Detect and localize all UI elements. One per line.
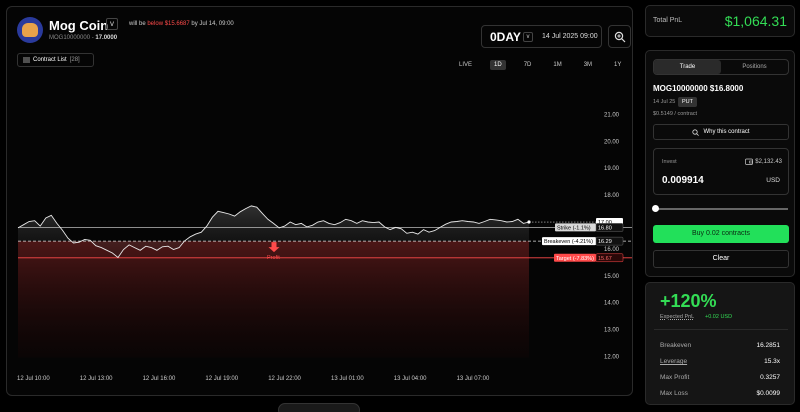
breakeven-value: 16.29 — [598, 239, 612, 245]
tab-positions[interactable]: Positions — [721, 60, 788, 74]
y-tick-label: 15.00 — [604, 274, 620, 280]
why-this-contract-button[interactable]: Why this contract — [653, 124, 789, 140]
buy-button[interactable]: Buy 0.02 contracts — [653, 225, 789, 243]
total-pnl-card: Total PnL $1,064.31 — [645, 5, 795, 37]
wallet-icon — [745, 158, 754, 165]
search-icon — [692, 128, 700, 136]
total-pnl-value: $1,064.31 — [724, 13, 787, 29]
y-tick-label: 13.00 — [604, 328, 620, 334]
y-tick-label: 12.00 — [604, 355, 620, 361]
invest-amount-input[interactable]: 0.009914 — [662, 175, 704, 186]
x-tick-label: 13 Jul 04:00 — [394, 376, 427, 382]
stat-label: Max Loss — [660, 390, 688, 397]
y-tick-label: 16.00 — [604, 247, 620, 253]
stat-label: Leverage — [660, 358, 688, 365]
expected-pnl-label: Expected PnL — [660, 314, 695, 320]
expected-pnl-card: +120% Expected PnL +0.02 USD Breakeven 1… — [645, 282, 795, 405]
strike-label: Strike (-1.1%) — [557, 225, 591, 231]
x-tick-label: 12 Jul 16:00 — [143, 376, 176, 382]
expected-return-percent: +120% — [660, 291, 717, 311]
bottom-pill-button[interactable] — [278, 403, 360, 412]
x-tick-label: 12 Jul 22:00 — [268, 376, 301, 382]
y-tick-label: 19.00 — [604, 166, 620, 172]
stat-value: 0.3257 — [760, 374, 780, 381]
contract-title: MOG10000000 $16.8000 — [653, 84, 744, 93]
target-label: Target (-7.83%) — [556, 256, 594, 262]
total-pnl-label: Total PnL — [653, 17, 683, 24]
wallet-balance: $2,132.43 — [745, 158, 782, 165]
stat-value: 15.3x — [764, 358, 780, 365]
y-tick-label: 14.00 — [604, 301, 620, 307]
stat-row-leverage: Leverage 15.3x — [660, 358, 780, 365]
why-label: Why this contract — [703, 129, 750, 135]
x-tick-label: 13 Jul 07:00 — [457, 376, 490, 382]
chart-panel: Mog Coin v MOG10000000 - 17.0000 will be… — [6, 6, 633, 396]
invest-input-group[interactable]: Invest $2,132.43 0.009914 USD — [653, 148, 789, 195]
strike-value: 16.80 — [598, 225, 612, 231]
y-tick-label: 21.00 — [604, 112, 620, 118]
stat-row-max-profit: Max Profit 0.3257 — [660, 374, 780, 381]
x-tick-label: 13 Jul 01:00 — [331, 376, 364, 382]
trade-card: Trade Positions MOG10000000 $16.8000 14 … — [645, 50, 795, 277]
stat-value: $0.0099 — [756, 390, 781, 397]
invest-label: Invest — [662, 159, 677, 165]
invest-slider-track[interactable] — [655, 208, 788, 210]
target-value: 15.67 — [598, 256, 612, 262]
x-tick-label: 12 Jul 10:00 — [17, 376, 50, 382]
profit-label: Profit — [267, 255, 280, 261]
divider — [654, 329, 788, 330]
stat-row-max-loss: Max Loss $0.0099 — [660, 390, 780, 397]
x-tick-label: 12 Jul 19:00 — [205, 376, 238, 382]
y-tick-label: 18.00 — [604, 193, 620, 199]
invest-currency: USD — [766, 177, 780, 184]
wallet-balance-value: $2,132.43 — [755, 158, 782, 165]
trade-tabs: Trade Positions — [653, 59, 789, 75]
invest-slider-handle[interactable] — [652, 205, 659, 212]
price-chart[interactable]: 21.0020.0019.0018.0017.0016.0015.0014.00… — [7, 7, 633, 396]
stat-value: 16.2851 — [756, 342, 781, 349]
clear-button[interactable]: Clear — [653, 250, 789, 268]
breakeven-label: Breakeven (-4.21%) — [544, 239, 593, 245]
contract-date: 14 Jul 25 — [653, 99, 676, 105]
x-tick-label: 12 Jul 13:00 — [80, 376, 113, 382]
y-tick-label: 20.00 — [604, 139, 620, 145]
stat-row-breakeven: Breakeven 16.2851 — [660, 342, 780, 349]
tab-trade[interactable]: Trade — [654, 60, 721, 74]
contract-price: $0.5149 / contract — [653, 111, 698, 117]
stat-label: Breakeven — [660, 342, 692, 349]
current-price-dot — [527, 220, 531, 224]
contract-type-badge: PUT — [678, 97, 697, 107]
stat-label: Max Profit — [660, 374, 690, 381]
expected-pnl-value: +0.02 USD — [705, 314, 733, 320]
